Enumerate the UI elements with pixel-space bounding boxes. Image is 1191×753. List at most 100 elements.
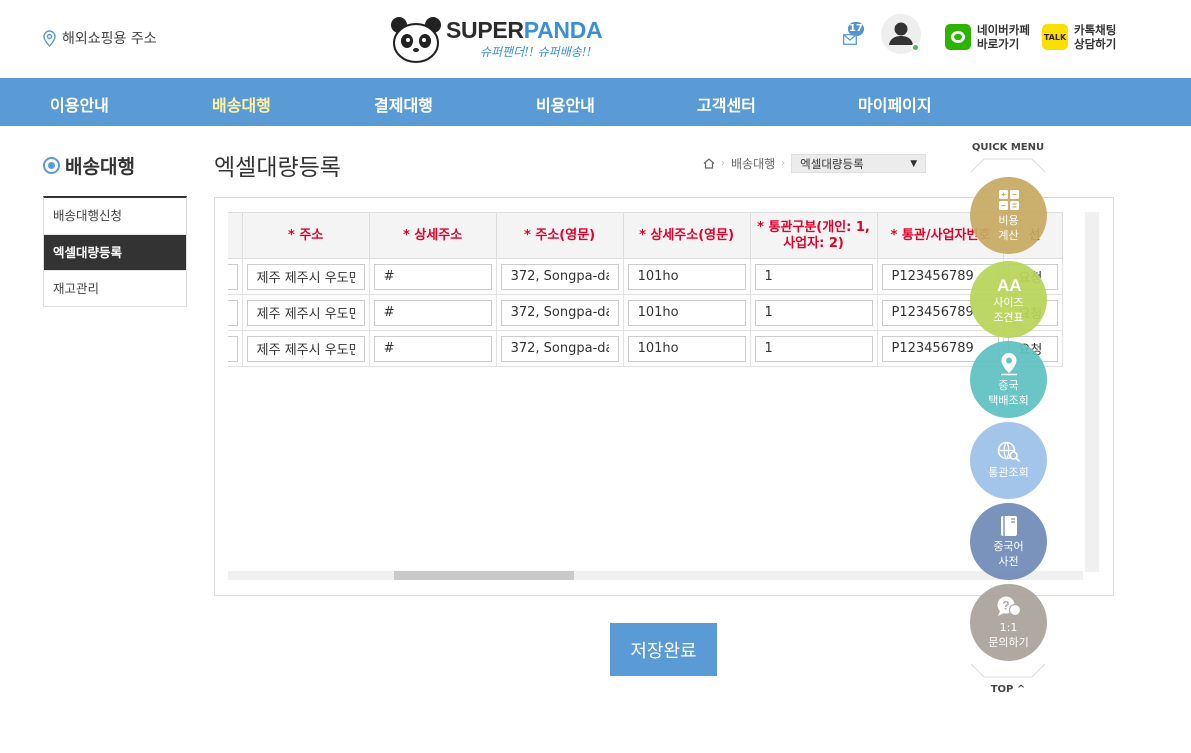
- sidebar-item-excel-bulk[interactable]: 엑셀대량등록: [44, 234, 186, 270]
- cell-address-en-input[interactable]: [500, 335, 619, 362]
- nav-my-page[interactable]: 마이페이지: [858, 92, 932, 116]
- logo-panda-text: PANDA: [523, 17, 603, 43]
- quick-menu-label: QUICK MENU: [971, 142, 1045, 153]
- sidebar-item-inventory[interactable]: 재고관리: [44, 270, 186, 306]
- svg-text:?: ?: [1002, 598, 1009, 612]
- header: 해외쇼핑용 주소 SUPERPANDA 슈퍼팬더!! 슈퍼배송!! 17 네이버…: [0, 0, 1191, 78]
- cell-detail-address-en-input[interactable]: [627, 335, 746, 362]
- breadcrumb: › 배송대행 › 엑셀대량등록 ▼: [703, 154, 927, 173]
- cell-address-en-input[interactable]: [500, 263, 619, 290]
- quick-inquiry-label: 1:1 문의하기: [988, 620, 1029, 649]
- book-icon: [1000, 515, 1017, 536]
- cell-address-en-input[interactable]: [500, 299, 619, 326]
- overseas-address-link[interactable]: 해외쇼핑용 주소: [42, 28, 157, 48]
- nav-shipping-agent[interactable]: 배송대행: [212, 92, 271, 116]
- quick-chinese-dictionary-label: 중국어 사전: [993, 539, 1024, 568]
- col-header-customs-type: * 통관구분(개인: 1, 사업자: 2): [749, 212, 878, 259]
- cell-detail-address-input[interactable]: [373, 299, 492, 326]
- mail-icon: [843, 34, 857, 45]
- text-size-icon: AA: [997, 276, 1021, 293]
- overseas-address-label: 해외쇼핑용 주소: [62, 31, 157, 47]
- kakao-talk-icon: TALK: [1042, 24, 1068, 50]
- kakao-chat-link[interactable]: TALK 카톡채팅 상담하기: [1042, 23, 1116, 51]
- quick-customs-lookup-button[interactable]: 통관조회: [970, 422, 1047, 499]
- globe-search-icon: [997, 441, 1020, 463]
- nav-customer-center[interactable]: 고객센터: [697, 92, 756, 116]
- quick-cost-calc-button[interactable]: 비용 계산: [970, 177, 1047, 254]
- cell-input[interactable]: [228, 335, 238, 362]
- online-status-dot: [911, 43, 920, 52]
- cell-customs-type-input[interactable]: [754, 335, 873, 362]
- nav-cost-guide[interactable]: 비용안내: [536, 92, 595, 116]
- breadcrumb-separator: ›: [781, 158, 786, 169]
- cell-detail-address-en-input[interactable]: [627, 263, 746, 290]
- breadcrumb-separator: ›: [721, 158, 725, 169]
- calculator-icon: [998, 189, 1019, 210]
- sidebar-item-shipping-request[interactable]: 배송대행신청: [44, 198, 186, 234]
- quick-cost-calc-label: 비용 계산: [998, 213, 1019, 242]
- breadcrumb-shipping-agent[interactable]: 배송대행: [731, 155, 775, 172]
- table-row: [228, 258, 1063, 295]
- page-select-value: 엑셀대량등록: [800, 156, 864, 171]
- quick-size-chart-label: 사이즈 조견표: [993, 295, 1024, 324]
- cell-address-input[interactable]: [246, 335, 365, 362]
- naver-cafe-icon: [945, 24, 971, 50]
- quick-customs-lookup-label: 통관조회: [988, 466, 1029, 479]
- logo-slogan: 슈퍼팬더!! 슈퍼배송!!: [480, 45, 592, 59]
- cell-address-input[interactable]: [246, 299, 365, 326]
- quick-chinese-dictionary-button[interactable]: 중국어 사전: [970, 503, 1047, 580]
- cell-input[interactable]: [228, 263, 238, 290]
- cell-detail-address-input[interactable]: [373, 335, 492, 362]
- sidebar-title: 배송대행: [43, 152, 135, 179]
- home-icon[interactable]: [703, 158, 715, 169]
- kakao-line2: 상담하기: [1074, 37, 1117, 51]
- map-pin-icon: [43, 29, 56, 47]
- vertical-scrollbar[interactable]: [1085, 212, 1099, 572]
- cell-detail-address-input[interactable]: [373, 263, 492, 290]
- logo-wordmark: SUPERPANDA: [446, 17, 603, 44]
- main-nav: 이용안내 배송대행 결제대행 비용안내 고객센터 마이페이지: [0, 78, 1191, 126]
- mail-button[interactable]: 17: [840, 22, 870, 50]
- naver-cafe-link[interactable]: 네이버카페 바로가기: [945, 23, 1030, 51]
- chevron-down-icon: ▼: [910, 158, 918, 169]
- grid-header-row: * 주소 * 상세주소 * 주소(영문) * 상세주소(영문) * 통관구분(개…: [228, 212, 1063, 259]
- quick-inquiry-button[interactable]: ? 1:1 문의하기: [970, 584, 1047, 661]
- naver-line1: 네이버카페: [977, 23, 1030, 37]
- page-title: 엑셀대량등록: [214, 155, 341, 181]
- nav-payment-agent[interactable]: 결제대행: [374, 92, 433, 116]
- save-complete-button[interactable]: 저장완료: [610, 623, 717, 676]
- sidebar-menu: 배송대행신청 엑셀대량등록 재고관리: [43, 196, 187, 307]
- horizontal-scrollbar-thumb[interactable]: [394, 571, 574, 580]
- cell-detail-address-en-input[interactable]: [627, 299, 746, 326]
- quick-china-tracking-button[interactable]: 중국 택배조회: [970, 341, 1047, 418]
- superpanda-logo[interactable]: SUPERPANDA 슈퍼팬더!! 슈퍼배송!!: [390, 14, 603, 66]
- scroll-top-button[interactable]: TOP ^: [970, 684, 1046, 695]
- kakao-line1: 카톡채팅: [1074, 23, 1117, 37]
- user-avatar-button[interactable]: [881, 14, 921, 54]
- table-row: [228, 330, 1063, 367]
- quick-size-chart-button[interactable]: AA 사이즈 조견표: [970, 261, 1047, 338]
- col-header: [228, 212, 243, 259]
- map-pin-icon: [1000, 352, 1017, 375]
- target-circle-icon: [43, 157, 60, 174]
- col-header-detail-address-en: * 상세주소(영문): [622, 212, 751, 259]
- cell-customs-type-input[interactable]: [754, 299, 873, 326]
- naver-line2: 바로가기: [977, 37, 1020, 51]
- horizontal-scrollbar[interactable]: [228, 571, 1083, 580]
- chat-question-icon: ?: [997, 596, 1021, 616]
- col-header-detail-address: * 상세주소: [368, 212, 497, 259]
- cell-input[interactable]: [228, 299, 238, 326]
- svg-text:AA: AA: [997, 276, 1021, 293]
- excel-grid-table: * 주소 * 상세주소 * 주소(영문) * 상세주소(영문) * 통관구분(개…: [228, 212, 1063, 367]
- nav-usage-guide[interactable]: 이용안내: [50, 92, 109, 116]
- grid-viewport: * 주소 * 상세주소 * 주소(영문) * 상세주소(영문) * 통관구분(개…: [228, 212, 1083, 572]
- quick-china-tracking-label: 중국 택배조회: [988, 378, 1029, 407]
- page-select-dropdown[interactable]: 엑셀대량등록 ▼: [791, 154, 927, 173]
- cell-address-input[interactable]: [246, 263, 365, 290]
- panda-logo-icon: [391, 17, 441, 63]
- sidebar-title-text: 배송대행: [65, 156, 135, 178]
- table-row: [228, 294, 1063, 331]
- cell-customs-type-input[interactable]: [754, 263, 873, 290]
- col-header-address-en: * 주소(영문): [495, 212, 624, 259]
- logo-super-text: SUPER: [446, 17, 524, 43]
